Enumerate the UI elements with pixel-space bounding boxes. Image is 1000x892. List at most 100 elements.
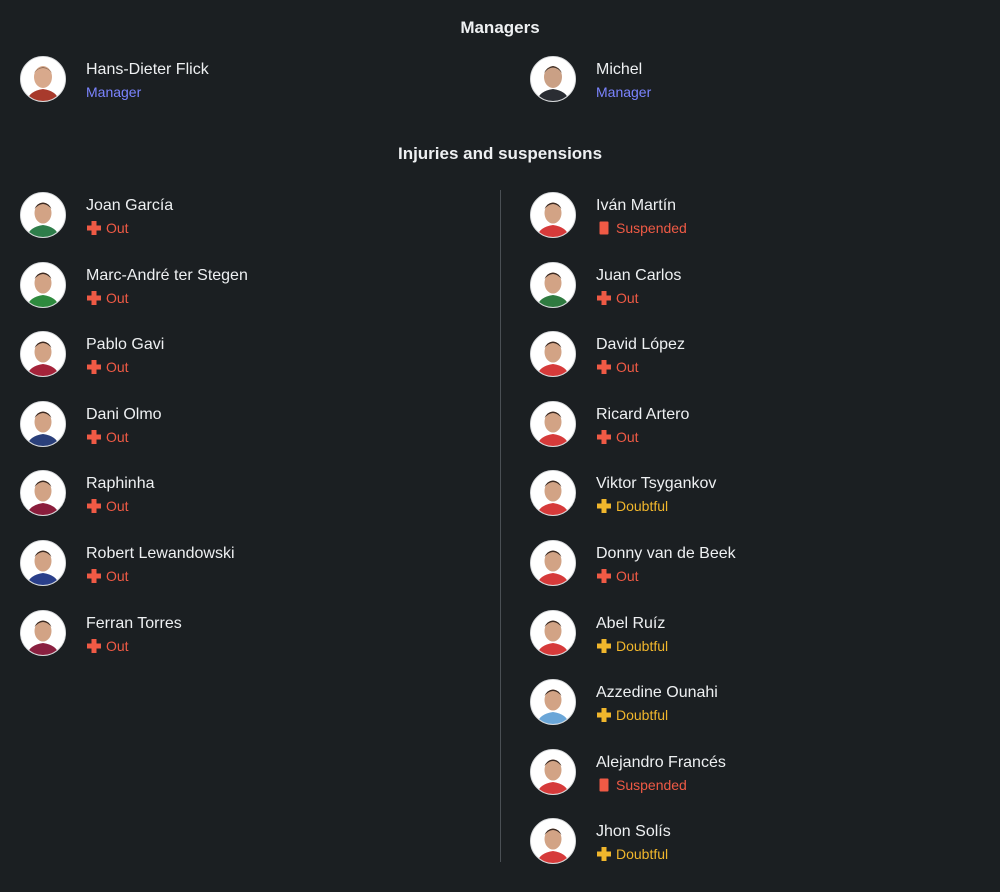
player-status: Out <box>86 429 129 445</box>
player-name: Joan García <box>86 197 174 214</box>
injury-list-item[interactable]: Azzedine Ounahi Doubtful <box>530 679 950 727</box>
injury-list-item[interactable]: Pablo Gavi Out <box>20 331 440 379</box>
status-label: Out <box>616 568 639 584</box>
injury-cross-icon <box>86 220 102 236</box>
injury-list-item[interactable]: Jhon Solís Doubtful <box>530 818 950 866</box>
player-avatar <box>530 192 576 238</box>
player-avatar <box>530 818 576 865</box>
doubtful-cross-icon <box>596 498 612 514</box>
player-status: Suspended <box>596 777 687 793</box>
injury-list-item[interactable]: Abel Ruíz Doubtful <box>530 609 950 658</box>
status-label: Suspended <box>616 776 687 793</box>
status-label: Doubtful <box>616 637 669 654</box>
injury-cross-icon <box>86 359 102 375</box>
status-label: Out <box>616 359 639 376</box>
player-status: Out <box>86 220 129 236</box>
player-status: Doubtful <box>596 498 668 514</box>
player-avatar <box>530 609 576 656</box>
injury-list-item[interactable]: David López Out <box>530 331 950 379</box>
player-avatar <box>530 331 576 378</box>
injury-list-item[interactable]: Viktor Tsygankov Doubtful <box>530 470 950 518</box>
player-status: Out <box>596 429 639 445</box>
status-label: Out <box>106 637 129 654</box>
manager-role: Manager <box>86 84 142 100</box>
injury-list-item[interactable]: Robert Lewandowski Out <box>20 540 440 588</box>
status-label: Out <box>106 568 129 584</box>
player-name: Raphinha <box>86 475 155 493</box>
injury-cross-icon <box>86 568 102 584</box>
player-name: Iván Martín <box>596 197 677 214</box>
player-name: Donny van de Beek <box>596 545 736 562</box>
injury-cross-icon <box>596 568 612 584</box>
status-label: Out <box>106 498 129 515</box>
status-label: Out <box>106 289 129 306</box>
player-status: Suspended <box>596 220 687 236</box>
player-name: Alejandro Francés <box>596 753 726 771</box>
player-name: Jhon Solís <box>596 823 671 841</box>
manager-role: Manager <box>596 84 652 100</box>
injury-list-item[interactable]: Dani Olmo Out <box>20 400 440 449</box>
injury-list-item[interactable]: Ferran Torres Out <box>20 609 440 658</box>
player-status: Out <box>86 498 129 514</box>
player-avatar <box>530 540 576 586</box>
injury-cross-icon <box>86 498 102 514</box>
injury-list-item[interactable]: Donny van de Beek Out <box>530 540 950 588</box>
red-card-icon <box>596 220 612 236</box>
injury-list-item[interactable]: Marc-André ter Stegen Out <box>20 261 440 310</box>
manager-right[interactable]: Michel Manager <box>530 56 950 104</box>
player-avatar <box>20 609 66 656</box>
status-label: Out <box>106 428 129 445</box>
manager-avatar <box>530 56 576 102</box>
injury-cross-icon <box>86 429 102 445</box>
red-card-icon <box>596 777 612 793</box>
manager-name: Michel <box>596 61 643 78</box>
player-status: Out <box>596 290 639 306</box>
status-label: Out <box>616 289 639 306</box>
injury-cross-icon <box>596 429 612 445</box>
player-avatar <box>530 261 576 308</box>
player-name: Pablo Gavi <box>86 336 165 354</box>
injury-list-item[interactable]: Juan Carlos Out <box>530 261 950 310</box>
doubtful-cross-icon <box>596 638 612 654</box>
injury-cross-icon <box>86 638 102 654</box>
player-name: David López <box>596 336 685 354</box>
manager-left[interactable]: Hans-Dieter Flick Manager <box>20 56 440 104</box>
injury-list-item[interactable]: Raphinha Out <box>20 470 440 518</box>
managers-heading: Managers <box>460 18 540 37</box>
injury-list-item[interactable]: Alejandro Francés Suspended <box>530 748 950 797</box>
player-avatar <box>20 540 66 586</box>
player-name: Viktor Tsygankov <box>596 475 717 493</box>
player-avatar <box>530 748 576 795</box>
player-status: Doubtful <box>596 707 668 723</box>
injury-list-item[interactable]: Ricard Artero Out <box>530 400 950 449</box>
player-name: Ricard Artero <box>596 405 690 423</box>
player-status: Out <box>86 638 129 654</box>
injury-list-item[interactable]: Iván Martín Suspended <box>530 192 950 240</box>
player-avatar <box>20 261 66 308</box>
player-avatar <box>20 331 66 378</box>
player-status: Out <box>86 359 129 375</box>
player-name: Robert Lewandowski <box>86 545 235 562</box>
column-divider <box>500 190 501 862</box>
player-status: Doubtful <box>596 846 668 862</box>
manager-name: Hans-Dieter Flick <box>86 61 209 78</box>
status-label: Doubtful <box>616 498 669 515</box>
player-status: Out <box>86 290 129 306</box>
status-label: Out <box>616 428 639 445</box>
doubtful-cross-icon <box>596 846 612 862</box>
status-label: Out <box>106 359 129 376</box>
player-name: Marc-André ter Stegen <box>86 266 248 284</box>
status-label: Out <box>106 220 129 236</box>
status-label: Doubtful <box>616 707 669 724</box>
injury-cross-icon <box>596 359 612 375</box>
player-name: Juan Carlos <box>596 266 682 284</box>
player-name: Dani Olmo <box>86 405 162 423</box>
player-name: Ferran Torres <box>86 614 182 632</box>
player-name: Azzedine Ounahi <box>596 684 718 702</box>
player-status: Out <box>596 359 639 375</box>
status-label: Suspended <box>616 220 687 236</box>
injury-list-item[interactable]: Joan García Out <box>20 192 440 240</box>
status-label: Doubtful <box>616 846 669 863</box>
doubtful-cross-icon <box>596 707 612 723</box>
player-status: Doubtful <box>596 638 668 654</box>
